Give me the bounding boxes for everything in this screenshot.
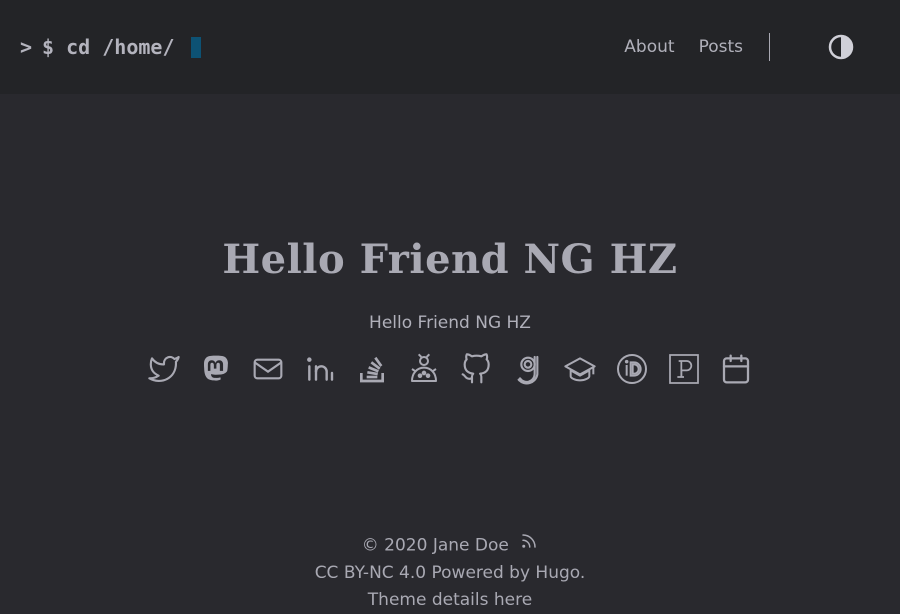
patreon-icon[interactable]: [668, 353, 700, 385]
page-title: Hello Friend NG HZ: [222, 236, 678, 283]
theme-toggle-icon[interactable]: [828, 34, 854, 60]
page-subtitle: Hello Friend NG HZ: [369, 313, 531, 333]
mastodon-icon[interactable]: [200, 353, 232, 385]
stackoverflow-icon[interactable]: [356, 353, 388, 385]
nav-separator: [769, 33, 770, 61]
site-header: > $ cd /home/ About Posts: [0, 0, 900, 94]
cursor-block: [190, 36, 201, 58]
goodreads-icon[interactable]: [512, 353, 544, 385]
rss-icon[interactable]: [520, 532, 538, 559]
license-text: CC BY-NC 4.0 Powered by Hugo.: [314, 562, 586, 583]
theme-link[interactable]: Theme details here: [0, 587, 900, 614]
logo-prompt: >: [20, 35, 33, 59]
nav-about[interactable]: About: [624, 37, 674, 57]
copyright-text: © 2020 Jane Doe: [361, 535, 509, 556]
copyright-line: © 2020 Jane Doe: [0, 532, 900, 560]
main-content: Hello Friend NG HZ Hello Friend NG HZ: [0, 94, 900, 385]
main-nav: About Posts: [600, 33, 880, 61]
nav-posts[interactable]: Posts: [699, 37, 743, 57]
bug-icon[interactable]: [408, 353, 440, 385]
orcid-icon[interactable]: [616, 353, 648, 385]
logo-text: $ cd /home/: [42, 35, 175, 59]
calendar-icon[interactable]: [720, 353, 752, 385]
github-icon[interactable]: [460, 353, 492, 385]
logo-link[interactable]: > $ cd /home/: [20, 35, 201, 59]
linkedin-icon[interactable]: [304, 353, 336, 385]
scholar-icon[interactable]: [564, 353, 596, 385]
site-footer: © 2020 Jane Doe CC BY-NC 4.0 Powered by …: [0, 532, 900, 614]
social-icons: [0, 353, 900, 385]
email-icon[interactable]: [252, 353, 284, 385]
twitter-icon[interactable]: [148, 353, 180, 385]
